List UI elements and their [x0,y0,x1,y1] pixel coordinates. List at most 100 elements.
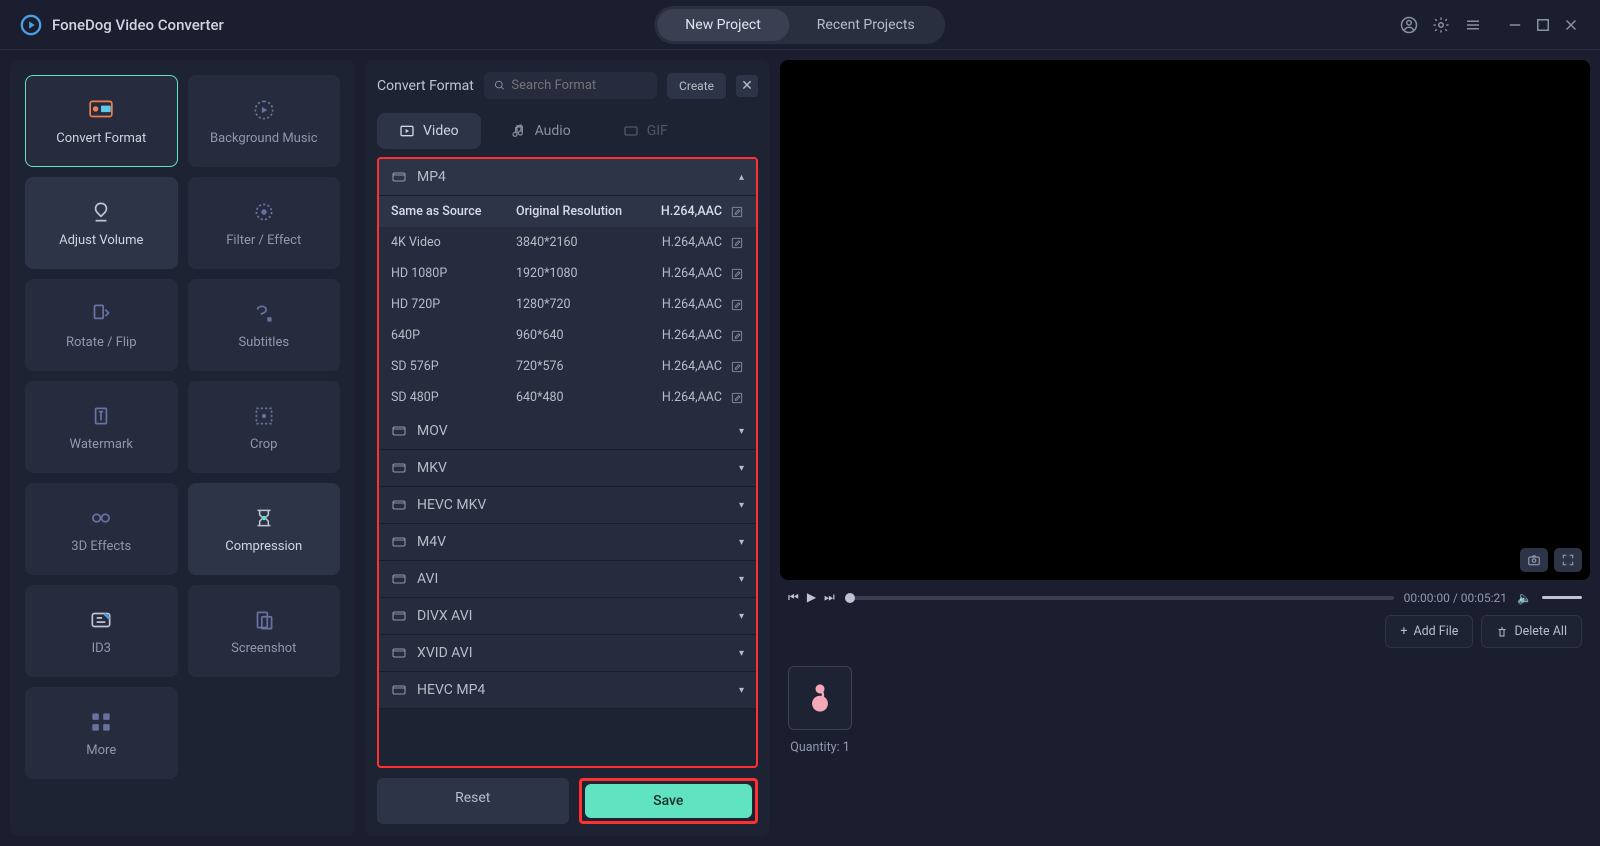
close-icon[interactable] [1562,16,1580,34]
tool-adjust-volume[interactable]: Adjust Volume [25,177,178,269]
file-thumbnails: Quantity: 1 [780,658,1590,763]
format-group-avi[interactable]: AVI▾ [379,561,756,598]
fullscreen-button[interactable] [1554,548,1582,572]
preset-row[interactable]: HD 720P1280*720H.264,AAC [379,289,756,320]
preset-name: SD 576P [391,359,516,374]
tool-icon [83,607,119,633]
gif-icon [623,123,639,139]
reset-button[interactable]: Reset [377,778,569,824]
edit-icon[interactable] [730,298,744,312]
format-group-mp4[interactable]: MP4 ▴ [379,159,756,196]
prev-button[interactable]: ⏮ [788,590,799,605]
edit-icon[interactable] [730,236,744,250]
preset-codec: H.264,AAC [662,390,722,405]
next-button[interactable]: ⏭ [824,590,835,605]
snapshot-button[interactable] [1520,548,1548,572]
convert-format-panel: Convert Format Create ✕ Video Audio GIF … [365,60,770,836]
tool-id3[interactable]: ID3 [25,585,178,677]
volume-track[interactable] [1542,596,1582,599]
format-group-label: MP4 [417,169,446,185]
edit-icon[interactable] [730,205,744,219]
tool-crop[interactable]: Crop [188,381,341,473]
tab-audio[interactable]: Audio [489,113,593,149]
format-group-hevc-mkv[interactable]: HEVC MKV▾ [379,487,756,524]
tab-recent-projects[interactable]: Recent Projects [789,9,943,41]
file-thumbnail[interactable] [788,666,852,730]
maximize-icon[interactable] [1534,16,1552,34]
preset-resolution: Original Resolution [516,204,656,219]
preset-name: 640P [391,328,516,343]
format-group-xvid-avi[interactable]: XVID AVI▾ [379,635,756,672]
tool-convert-format[interactable]: Convert Format [25,75,178,167]
tool-3d-effects[interactable]: 3D Effects [25,483,178,575]
tool-filter-effect[interactable]: Filter / Effect [188,177,341,269]
tool-subtitles[interactable]: Subtitles [188,279,341,371]
tool-label: ID3 [92,641,111,656]
seek-track[interactable] [845,596,1394,600]
add-file-button[interactable]: +Add File [1385,615,1473,648]
chevron-down-icon: ▾ [739,611,744,622]
edit-icon[interactable] [730,329,744,343]
tool-rotate-flip[interactable]: Rotate / Flip [25,279,178,371]
account-icon[interactable] [1400,16,1418,34]
project-tabs: New Project Recent Projects [654,6,945,44]
menu-icon[interactable] [1464,16,1482,34]
chevron-down-icon: ▾ [739,685,744,696]
music-file-icon [805,681,835,715]
format-group-hevc-mp4[interactable]: HEVC MP4▾ [379,672,756,709]
preset-name: HD 1080P [391,266,516,281]
edit-icon[interactable] [730,360,744,374]
seek-handle[interactable] [845,593,855,603]
format-group-divx-avi[interactable]: DIVX AVI▾ [379,598,756,635]
format-icon [391,645,407,661]
preset-resolution: 1280*720 [516,297,656,312]
chevron-down-icon: ▾ [739,500,744,511]
format-icon [391,423,407,439]
edit-icon[interactable] [730,391,744,405]
preset-name: SD 480P [391,390,516,405]
preset-row[interactable]: HD 1080P1920*1080H.264,AAC [379,258,756,289]
preset-row[interactable]: 640P960*640H.264,AAC [379,320,756,351]
tool-more[interactable]: More [25,687,178,779]
play-button[interactable]: ▶ [807,590,816,605]
minimize-icon[interactable] [1506,16,1524,34]
chevron-up-icon: ▴ [739,172,744,183]
preview-panel: ⏮ ▶ ⏭ 00:00:00 / 00:05:21 🔈 +Add File De… [780,60,1590,836]
video-icon [399,123,415,139]
preset-name: Same as Source [391,204,516,219]
save-button-highlight: Save [579,778,759,824]
tab-gif[interactable]: GIF [601,113,690,149]
time-display: 00:00:00 / 00:05:21 [1404,591,1507,605]
format-icon [391,534,407,550]
preset-row[interactable]: SD 576P720*576H.264,AAC [379,351,756,382]
format-group-mkv[interactable]: MKV▾ [379,450,756,487]
tool-icon [83,505,119,531]
tab-new-project[interactable]: New Project [657,9,789,41]
close-panel-button[interactable]: ✕ [736,75,758,97]
format-group-mov[interactable]: MOV▾ [379,413,756,450]
volume-icon[interactable]: 🔈 [1517,591,1532,605]
tool-label: Adjust Volume [59,233,143,248]
preset-resolution: 1920*1080 [516,266,656,281]
tool-watermark[interactable]: Watermark [25,381,178,473]
delete-all-button[interactable]: Delete All [1481,615,1582,648]
tool-background-music[interactable]: Background Music [188,75,341,167]
tool-compression[interactable]: Compression [188,483,341,575]
tool-label: Watermark [70,437,133,452]
save-button[interactable]: Save [585,784,753,818]
delete-all-label: Delete All [1514,624,1567,639]
settings-icon[interactable] [1432,16,1450,34]
tab-video[interactable]: Video [377,113,481,149]
edit-icon[interactable] [730,267,744,281]
preset-row[interactable]: 4K Video3840*2160H.264,AAC [379,227,756,258]
preset-codec: H.264,AAC [662,328,722,343]
search-format-input[interactable] [484,72,657,99]
format-group-m4v[interactable]: M4V▾ [379,524,756,561]
tool-screenshot[interactable]: Screenshot [188,585,341,677]
preset-row[interactable]: SD 480P640*480H.264,AAC [379,382,756,413]
preset-row[interactable]: Same as SourceOriginal ResolutionH.264,A… [379,196,756,227]
create-button[interactable]: Create [667,73,726,99]
format-icon [391,169,407,185]
tool-label: Subtitles [238,335,289,350]
app-logo-icon [20,14,42,36]
